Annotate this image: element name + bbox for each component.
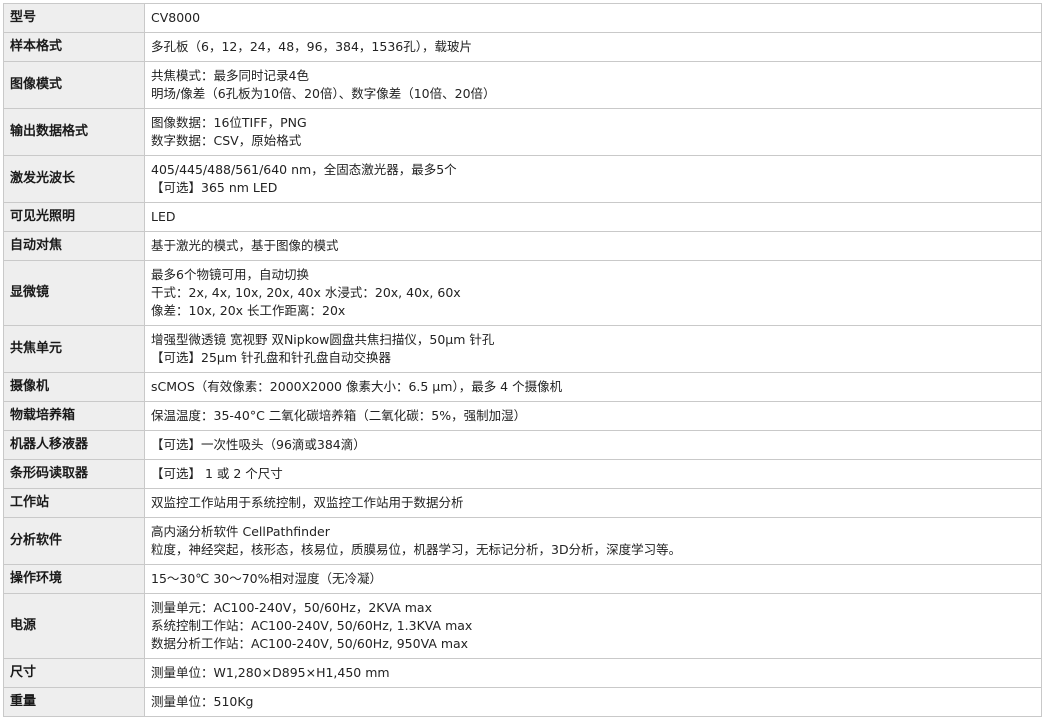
value-line: 数字数据：CSV，原始格式 [151,133,302,148]
row-value: 15～30℃ 30～70%相对湿度（无冷凝） [144,564,1042,594]
table-row: 操作环境 15～30℃ 30～70%相对湿度（无冷凝） [3,564,1042,594]
table-row: 自动对焦 基于激光的模式，基于图像的模式 [3,231,1042,261]
value-line: LED [151,209,176,224]
row-label: 共焦单元 [3,325,145,373]
value-line: 15～30℃ 30～70%相对湿度（无冷凝） [151,571,383,586]
value-line: 测量单位：W1,280×D895×H1,450 mm [151,665,390,680]
row-value: 最多6个物镜可用，自动切换干式：2x, 4x, 10x, 20x, 40x 水浸… [144,260,1042,326]
value-line: 【可选】 1 或 2 个尺寸 [151,466,283,481]
table-row: 工作站 双监控工作站用于系统控制，双监控工作站用于数据分析 [3,488,1042,518]
table-row: 共焦单元 增强型微透镜 宽视野 双Nipkow圆盘共焦扫描仪，50μm 针孔 【可选… [3,325,1042,373]
value-line: CV8000 [151,10,201,25]
row-value: 图像数据：16位TIFF，PNG 数字数据：CSV，原始格式 [144,108,1042,156]
table-row: 样本格式 多孔板（6，12，24，48，96，384，1536孔），载玻片 [3,32,1042,62]
value-line: 干式：2x, 4x, 10x, 20x, 40x 水浸式：20x, 40x, 6… [151,285,461,300]
value-line: 共焦模式：最多同时记录4色 [151,68,309,83]
table-row: 图像模式 共焦模式：最多同时记录4色明场/像差（6孔板为10倍、20倍）、数字像差… [3,61,1042,109]
row-value: 405/445/488/561/640 nm，全固态激光器，最多5个 【可选】36… [144,155,1042,203]
row-label: 机器人移液器 [3,430,145,460]
row-label: 分析软件 [3,517,145,565]
value-line: 【可选】365 nm LED [151,180,278,195]
table-row: 摄像机 sCMOS（有效像素：2000X2000 像素大小：6.5 μm），最多 … [3,372,1042,402]
row-value: 【可选】 1 或 2 个尺寸 [144,459,1042,489]
table-row: 显微镜 最多6个物镜可用，自动切换干式：2x, 4x, 10x, 20x, 40x… [3,260,1042,326]
value-line: 图像数据：16位TIFF，PNG [151,115,307,130]
value-line: 明场/像差（6孔板为10倍、20倍）、数字像差（10倍、20倍） [151,86,496,101]
row-value: 高内涵分析软件 CellPathfinder 粒度，神经突起，核形态，核易位，质膜… [144,517,1042,565]
value-line: 像差：10x, 20x 长工作距离：20x [151,303,346,318]
row-value: 【可选】一次性吸头（96滴或384滴） [144,430,1042,460]
row-label: 条形码读取器 [3,459,145,489]
spec-table: 型号 CV8000 样本格式 多孔板（6，12，24，48，96，384，1536孔）… [3,3,1042,717]
table-row: 物载培养箱 保温温度：35-40°C 二氧化碳培养箱（二氧化碳：5%，强制加湿） [3,401,1042,431]
value-line: 基于激光的模式，基于图像的模式 [151,238,339,253]
row-value: 保温温度：35-40°C 二氧化碳培养箱（二氧化碳：5%，强制加湿） [144,401,1042,431]
row-label: 可见光照明 [3,202,145,232]
value-line: 数据分析工作站：AC100-240V, 50/60Hz, 950VA max [151,636,469,651]
row-value: 测量单位：W1,280×D895×H1,450 mm [144,658,1042,688]
row-value: 测量单位：510Kg [144,687,1042,717]
value-line: 多孔板（6，12，24，48，96，384，1536孔），载玻片 [151,39,472,54]
row-value: 双监控工作站用于系统控制，双监控工作站用于数据分析 [144,488,1042,518]
value-line: 测量单位：510Kg [151,694,254,709]
spec-table-body: 型号 CV8000 样本格式 多孔板（6，12，24，48，96，384，1536孔）… [3,3,1042,717]
value-line: 增强型微透镜 宽视野 双Nipkow圆盘共焦扫描仪，50μm 针孔 [151,332,495,347]
row-value: 共焦模式：最多同时记录4色明场/像差（6孔板为10倍、20倍）、数字像差（10倍… [144,61,1042,109]
value-line: 【可选】25μm 针孔盘和针孔盘自动交换器 [151,350,392,365]
table-row: 激发光波长 405/445/488/561/640 nm，全固态激光器，最多5个【… [3,155,1042,203]
row-value: 多孔板（6，12，24，48，96，384，1536孔），载玻片 [144,32,1042,62]
table-row: 分析软件 高内涵分析软件 CellPathfinder 粒度，神经突起，核形态，核易… [3,517,1042,565]
row-value: LED [144,202,1042,232]
row-label: 尺寸 [3,658,145,688]
value-line: 保温温度：35-40°C 二氧化碳培养箱（二氧化碳：5%，强制加湿） [151,408,527,423]
row-label: 自动对焦 [3,231,145,261]
row-value: CV8000 [144,3,1042,33]
row-value: 基于激光的模式，基于图像的模式 [144,231,1042,261]
value-line: sCMOS（有效像素：2000X2000 像素大小：6.5 μm），最多 4 个… [151,379,563,394]
row-value: sCMOS（有效像素：2000X2000 像素大小：6.5 μm），最多 4 个… [144,372,1042,402]
row-label: 显微镜 [3,260,145,326]
table-row: 型号 CV8000 [3,3,1042,33]
row-label: 操作环境 [3,564,145,594]
table-row: 重量 测量单位：510Kg [3,687,1042,717]
row-label: 型号 [3,3,145,33]
value-line: 高内涵分析软件 CellPathfinder [151,524,330,539]
value-line: 最多6个物镜可用，自动切换 [151,267,309,282]
table-row: 电源 测量单元：AC100-240V，50/60Hz，2KVA max 系统控制工作… [3,593,1042,659]
row-value: 增强型微透镜 宽视野 双Nipkow圆盘共焦扫描仪，50μm 针孔 【可选】25μ… [144,325,1042,373]
row-value: 测量单元：AC100-240V，50/60Hz，2KVA max 系统控制工作站：… [144,593,1042,659]
row-label: 输出数据格式 [3,108,145,156]
row-label: 摄像机 [3,372,145,402]
row-label: 样本格式 [3,32,145,62]
table-row: 尺寸 测量单位：W1,280×D895×H1,450 mm [3,658,1042,688]
row-label: 激发光波长 [3,155,145,203]
value-line: 系统控制工作站：AC100-240V, 50/60Hz, 1.3KVA max [151,618,473,633]
table-row: 可见光照明 LED [3,202,1042,232]
row-label: 物载培养箱 [3,401,145,431]
value-line: 405/445/488/561/640 nm，全固态激光器，最多5个 [151,162,457,177]
value-line: 【可选】一次性吸头（96滴或384滴） [151,437,366,452]
row-label: 重量 [3,687,145,717]
table-row: 机器人移液器 【可选】一次性吸头（96滴或384滴） [3,430,1042,460]
value-line: 双监控工作站用于系统控制，双监控工作站用于数据分析 [151,495,464,510]
table-row: 条形码读取器 【可选】 1 或 2 个尺寸 [3,459,1042,489]
row-label: 图像模式 [3,61,145,109]
value-line: 测量单元：AC100-240V，50/60Hz，2KVA max [151,600,432,615]
table-row: 输出数据格式 图像数据：16位TIFF，PNG 数字数据：CSV，原始格式 [3,108,1042,156]
value-line: 粒度，神经突起，核形态，核易位，质膜易位，机器学习，无标记分析，3D分析，深度学… [151,542,682,557]
row-label: 电源 [3,593,145,659]
row-label: 工作站 [3,488,145,518]
